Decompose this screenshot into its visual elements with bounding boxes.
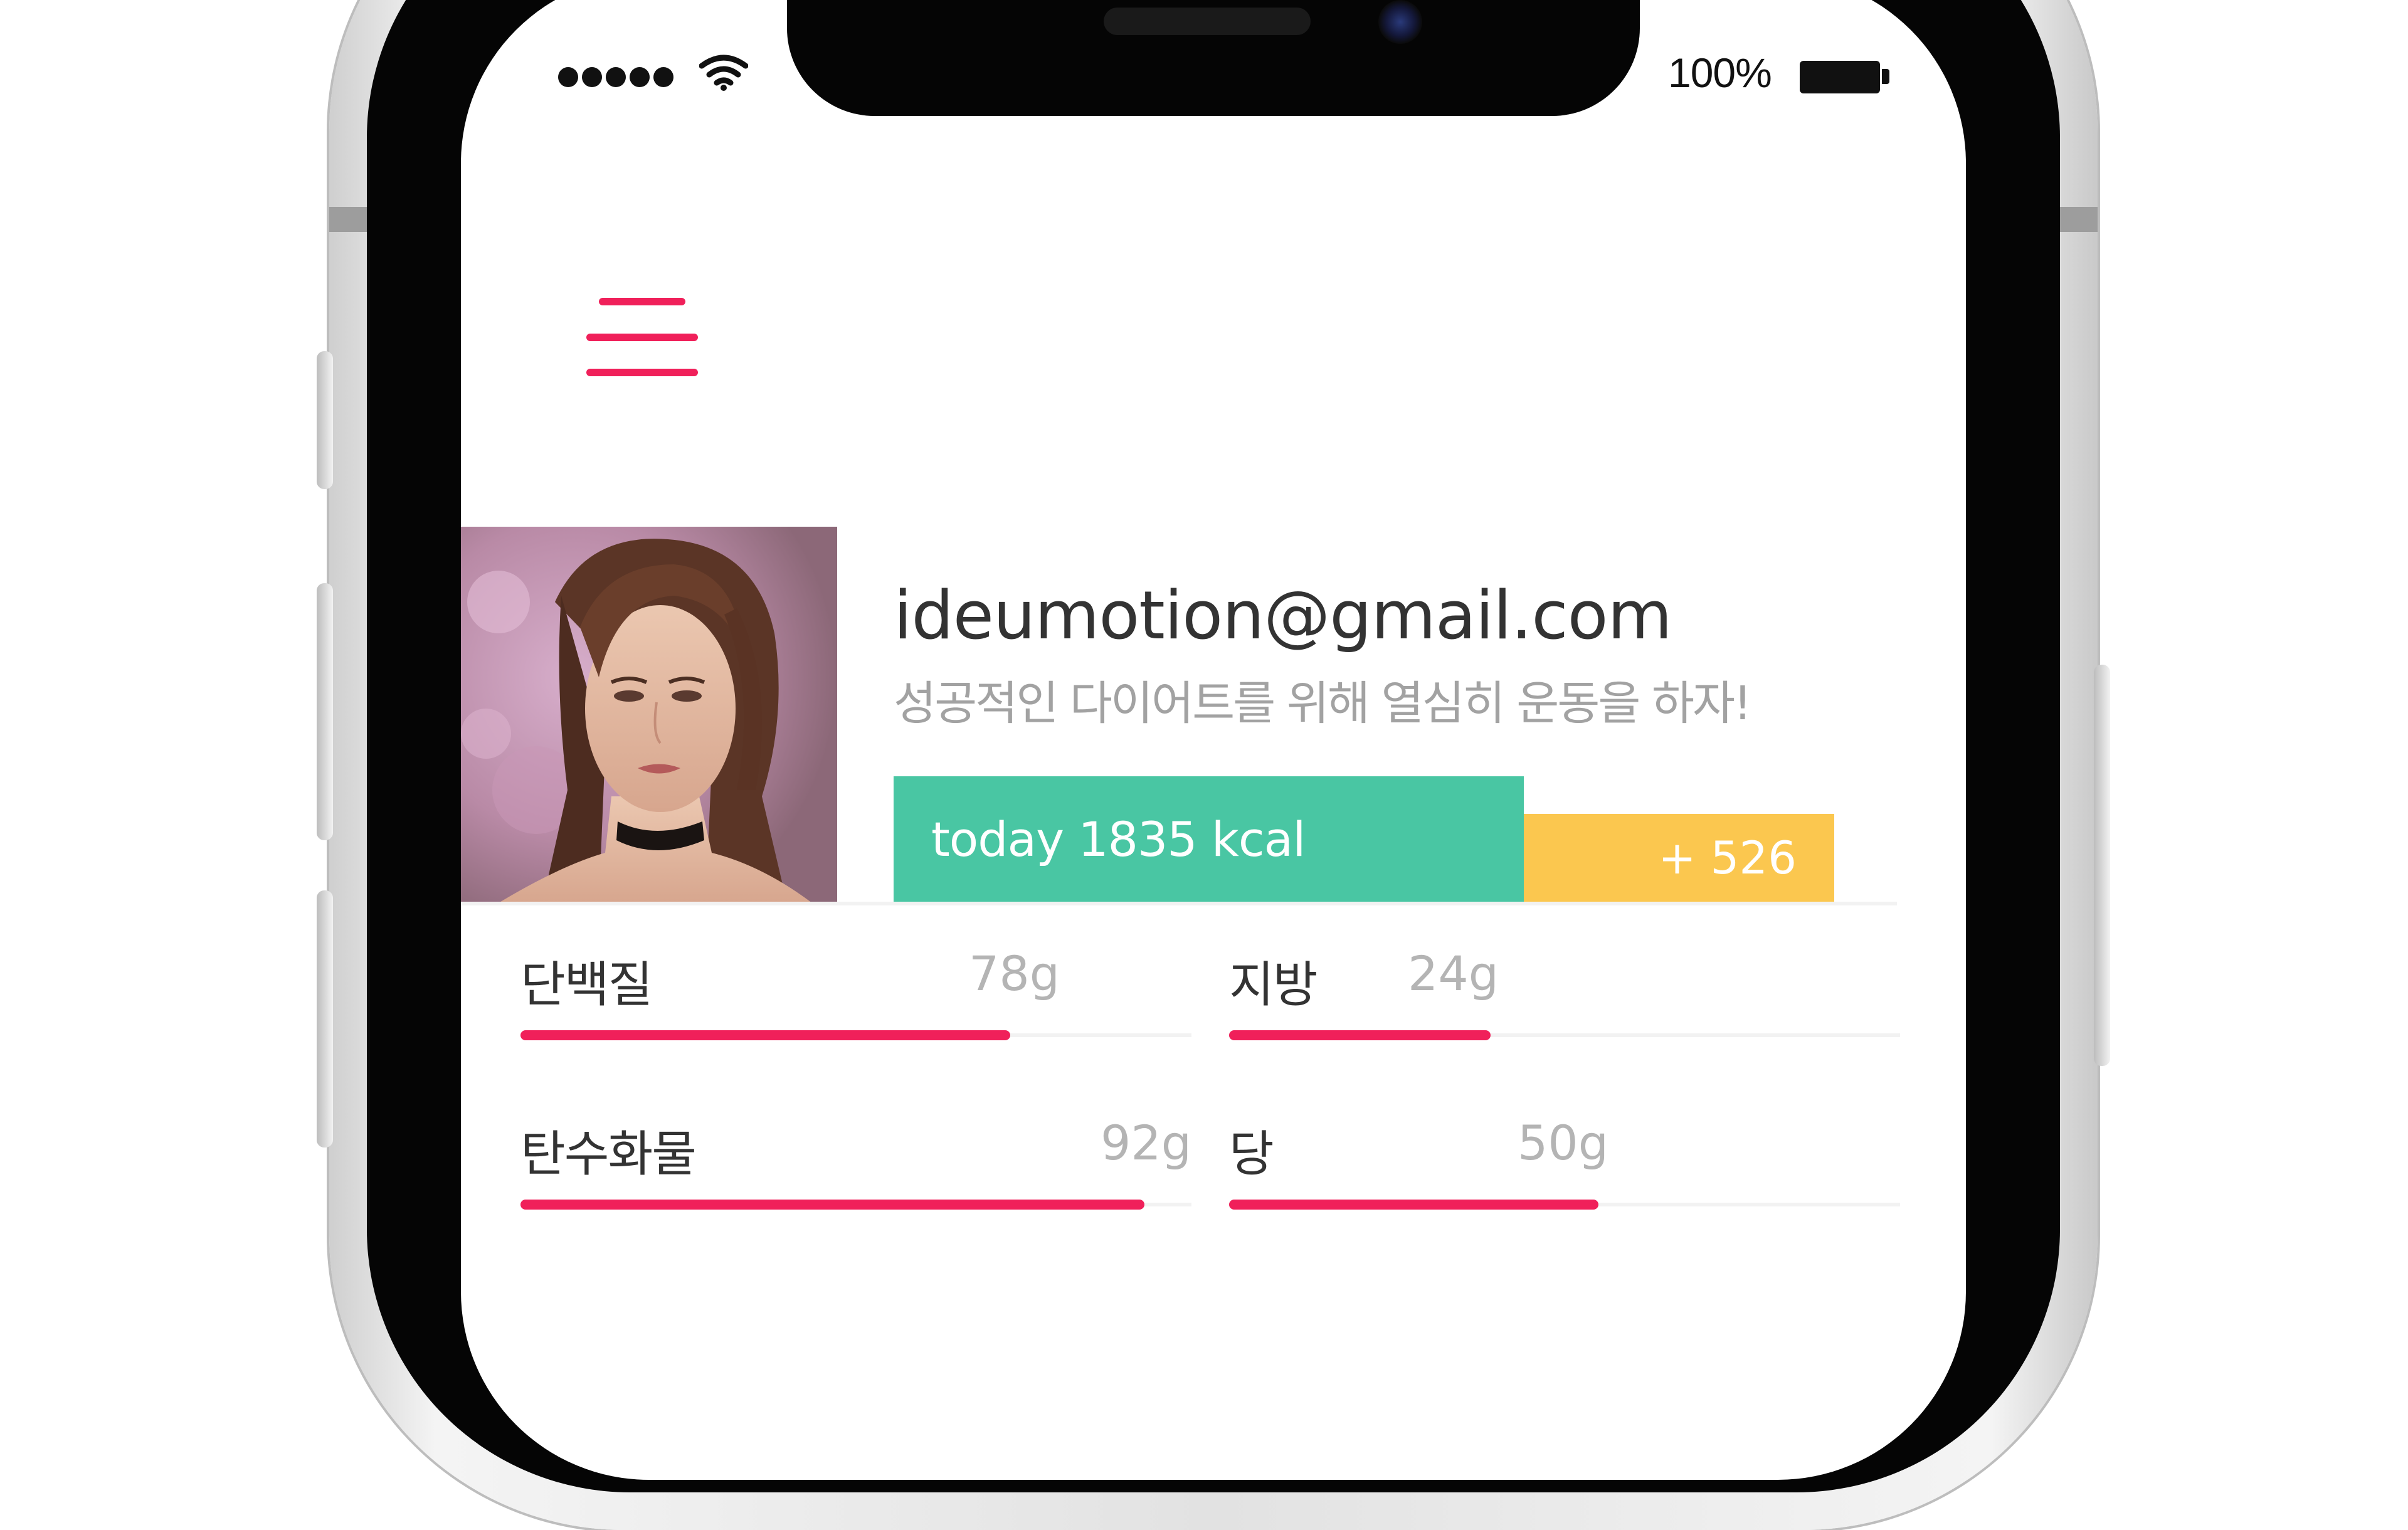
mute-switch[interactable] bbox=[317, 351, 333, 489]
nutrient-carbohydrate: 탄수화물 92g bbox=[520, 1115, 1191, 1234]
front-camera-icon bbox=[1378, 0, 1422, 44]
avatar[interactable] bbox=[461, 527, 837, 903]
speaker-grille bbox=[1104, 8, 1311, 35]
profile-motto: 성공적인 다이어트를 위해 열심히 운동을 하자! bbox=[894, 677, 1752, 731]
hamburger-menu-icon[interactable] bbox=[586, 288, 699, 376]
menu-line bbox=[586, 334, 698, 341]
profile-email: ideumotion@gmail.com bbox=[894, 577, 1672, 654]
nutrient-label: 지방 bbox=[1229, 957, 1318, 1013]
extra-calories-label: + 526 bbox=[1658, 831, 1797, 884]
battery-icon bbox=[1800, 61, 1880, 93]
today-calories-label: today 1835 kcal bbox=[931, 811, 1306, 867]
extra-calories-bar[interactable]: + 526 bbox=[1524, 814, 1834, 902]
volume-up-button[interactable] bbox=[317, 583, 333, 840]
nutrient-value: 24g bbox=[1408, 946, 1499, 1001]
nutrient-progress-bar bbox=[1229, 1200, 1598, 1210]
wifi-icon bbox=[699, 55, 748, 91]
nutrient-progress-bar bbox=[520, 1200, 1145, 1210]
menu-line bbox=[586, 369, 698, 376]
nutrient-label: 단백질 bbox=[520, 957, 653, 1013]
antenna-band-right bbox=[2060, 207, 2098, 232]
calorie-track bbox=[461, 902, 1897, 905]
power-button[interactable] bbox=[2094, 665, 2110, 1066]
nutrient-progress-bar bbox=[520, 1030, 1011, 1040]
nutrient-label: 당 bbox=[1229, 1126, 1274, 1183]
phone-screen: 100% ideumotion@gmail.com 성공적인 다이어트를 위해 … bbox=[461, 0, 1966, 1480]
nutrient-value: 78g bbox=[969, 946, 1060, 1001]
battery-tip bbox=[1882, 69, 1889, 84]
nutrient-value: 50g bbox=[1518, 1115, 1608, 1171]
battery-percentage: 100% bbox=[1668, 50, 1772, 96]
notch bbox=[787, 0, 1640, 116]
antenna-band-left bbox=[329, 207, 367, 232]
nutrient-label: 탄수화물 bbox=[520, 1126, 697, 1183]
today-calories-bar[interactable]: today 1835 kcal bbox=[894, 776, 1524, 902]
nutrient-sugar: 당 50g bbox=[1229, 1115, 1900, 1234]
nutrient-protein: 단백질 78g bbox=[520, 946, 1191, 1065]
volume-down-button[interactable] bbox=[317, 890, 333, 1148]
nutrient-value: 92g bbox=[1101, 1115, 1191, 1171]
signal-dots-icon bbox=[558, 67, 673, 87]
nutrient-fat: 지방 24g bbox=[1229, 946, 1900, 1065]
menu-line bbox=[599, 298, 685, 305]
avatar-portrait bbox=[461, 527, 837, 903]
nutrient-progress-bar bbox=[1229, 1030, 1491, 1040]
